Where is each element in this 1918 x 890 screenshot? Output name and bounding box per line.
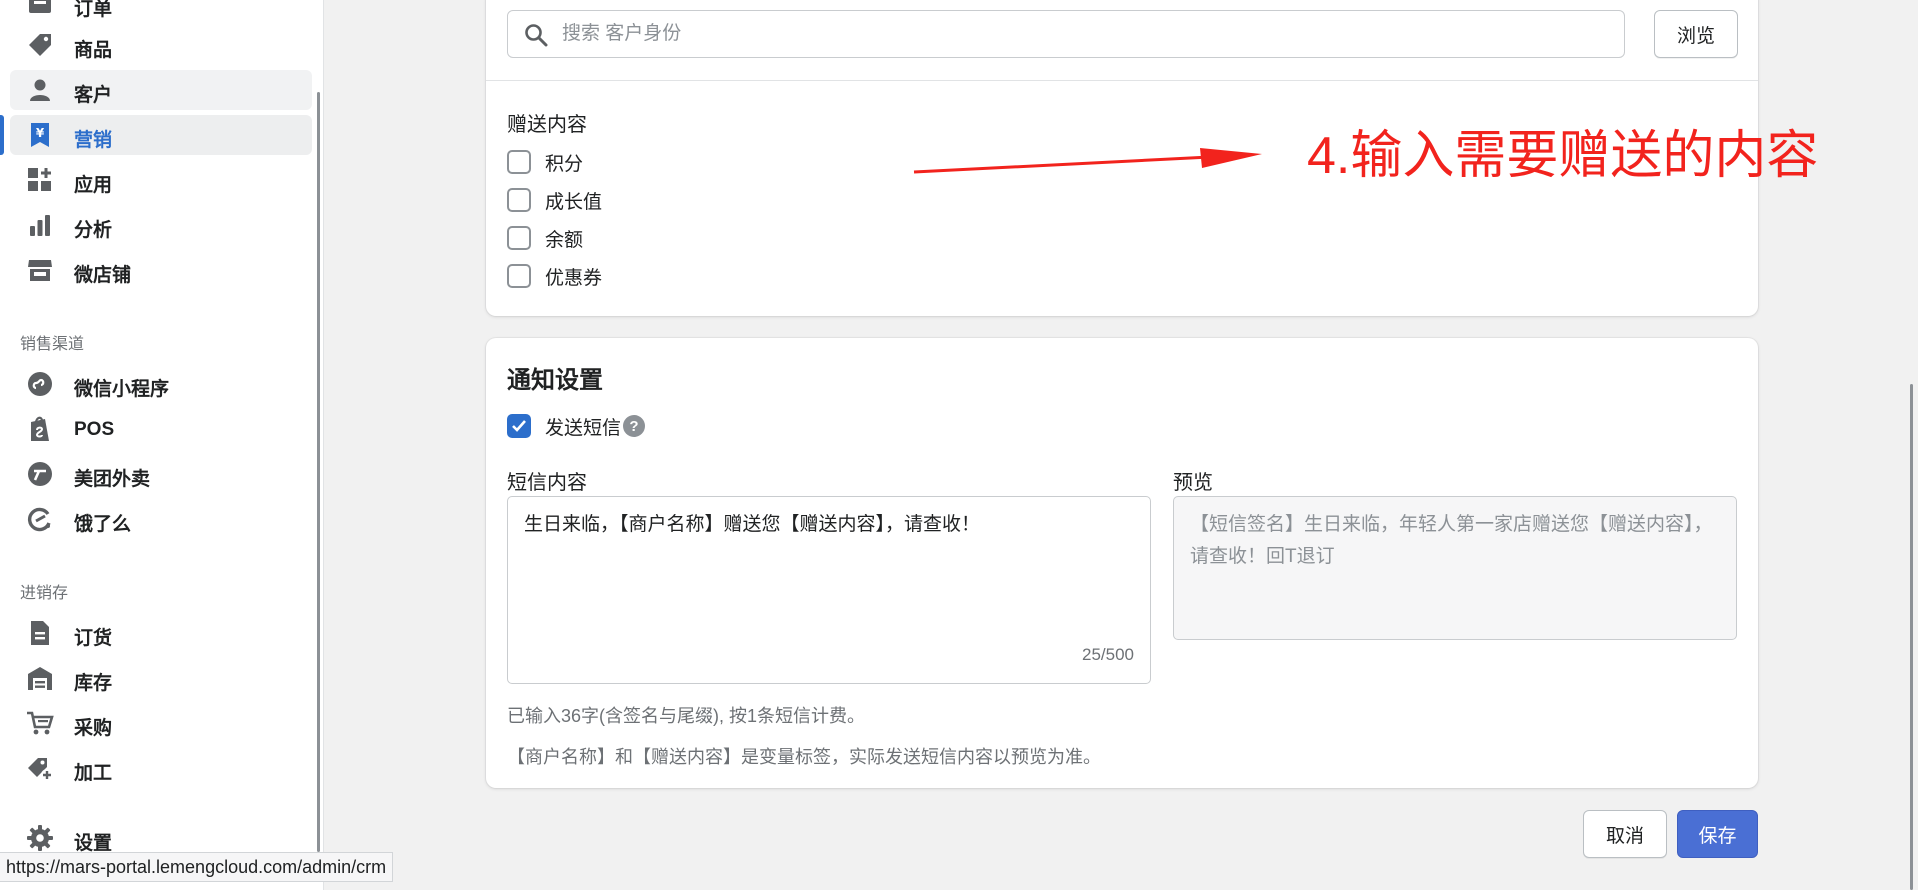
sms-billing-hint: 已输入36字(含签名与尾缀), 按1条短信计费。 xyxy=(507,706,866,726)
gift-option-coupon[interactable]: 优惠券 xyxy=(507,262,602,290)
apps-icon xyxy=(26,168,54,192)
sidebar-item-label: 设置 xyxy=(74,833,113,854)
notification-card: 通知设置 发送短信 ? 短信内容 预览 生日来临，【商户名称】赠送您【赠送内容】… xyxy=(486,338,1758,788)
customer-search-input[interactable] xyxy=(562,19,1602,49)
sidebar-item-analytics[interactable]: 分析 xyxy=(10,205,312,245)
person-icon xyxy=(26,78,54,102)
sidebar-item-pos[interactable]: POS xyxy=(10,409,312,449)
sms-preview-text: 【短信签名】生日来临，年轻人第一家店赠送您【赠送内容】，请查收！回T退订 xyxy=(1190,514,1713,567)
gift-option-balance[interactable]: 余额 xyxy=(507,224,583,252)
sms-content-text: 生日来临，【商户名称】赠送您【赠送内容】，请查收！ xyxy=(524,514,981,535)
sidebar-item-label: 商品 xyxy=(74,40,113,61)
sidebar-item-label: 采购 xyxy=(74,718,113,739)
checkbox[interactable] xyxy=(507,264,531,288)
sms-content-label: 短信内容 xyxy=(507,472,587,494)
checkbox-checked[interactable] xyxy=(507,414,531,438)
gift-option-growth[interactable]: 成长值 xyxy=(507,186,602,214)
checkbox[interactable] xyxy=(507,226,531,250)
sidebar-item-label: 分析 xyxy=(74,220,113,241)
sidebar-item-customers[interactable]: 客户 xyxy=(10,70,312,110)
sidebar-item-label: 美团外卖 xyxy=(74,469,151,490)
store-icon xyxy=(26,258,54,282)
sidebar-item-label: 营销 xyxy=(74,130,113,151)
active-indicator xyxy=(0,115,4,155)
sidebar-item-eleme[interactable]: 饿了么 xyxy=(10,499,312,539)
sms-char-counter: 25/500 xyxy=(1082,645,1134,664)
svg-text:¥: ¥ xyxy=(36,126,45,140)
document-icon xyxy=(26,621,54,645)
checkbox-label: 积分 xyxy=(545,153,584,175)
sidebar-item-products[interactable]: 商品 xyxy=(10,25,312,65)
card-divider xyxy=(486,80,1758,81)
checkbox[interactable] xyxy=(507,150,531,174)
search-icon xyxy=(524,23,548,52)
send-sms-option[interactable]: 发送短信 ? xyxy=(507,412,646,440)
check-icon xyxy=(512,420,526,432)
marketing-icon: ¥ xyxy=(26,123,54,147)
sidebar-item-apps[interactable]: 应用 xyxy=(10,160,312,200)
sidebar: 订单 商品 客户 ¥ 营销 应用 分析 微店铺 销售渠道 微信小程序 POS 美… xyxy=(0,0,324,890)
sidebar-item-label: 饿了么 xyxy=(74,514,132,535)
sidebar-item-label: 库存 xyxy=(74,673,113,694)
notification-title: 通知设置 xyxy=(507,367,603,394)
preview-label: 预览 xyxy=(1173,472,1213,494)
sidebar-item-label: 微店铺 xyxy=(74,265,132,286)
checkbox-label: 成长值 xyxy=(545,191,603,213)
sidebar-item-label: POS xyxy=(74,419,115,440)
section-title-inventory: 进销存 xyxy=(20,585,69,602)
sms-preview-box: 【短信签名】生日来临，年轻人第一家店赠送您【赠送内容】，请查收！回T退订 xyxy=(1173,496,1737,640)
meituan-icon xyxy=(26,462,54,486)
checkbox-label: 优惠券 xyxy=(545,267,603,289)
save-button[interactable]: 保存 xyxy=(1677,810,1758,858)
sidebar-item-processing[interactable]: 加工 xyxy=(10,748,312,788)
sms-content-textarea[interactable]: 生日来临，【商户名称】赠送您【赠送内容】，请查收！ 25/500 xyxy=(507,496,1151,684)
sidebar-item-label: 应用 xyxy=(74,175,113,196)
sidebar-item-mini-program[interactable]: 微信小程序 xyxy=(10,364,312,404)
gift-content-title: 赠送内容 xyxy=(507,114,587,136)
sidebar-item-marketing[interactable]: ¥ 营销 xyxy=(10,115,312,155)
sidebar-item-label: 订单 xyxy=(74,0,113,20)
browse-button[interactable]: 浏览 xyxy=(1654,10,1738,58)
sidebar-item-label: 客户 xyxy=(74,85,113,106)
status-url: https://mars-portal.lemengcloud.com/admi… xyxy=(0,852,394,882)
tag-plus-icon xyxy=(26,756,54,781)
eleme-icon xyxy=(26,507,54,532)
warehouse-icon xyxy=(26,666,54,690)
cancel-button[interactable]: 取消 xyxy=(1583,810,1667,858)
sidebar-item-label: 订货 xyxy=(74,628,113,649)
sidebar-item-label: 微信小程序 xyxy=(74,379,170,400)
sidebar-item-store[interactable]: 微店铺 xyxy=(10,250,312,290)
sidebar-item-orders[interactable]: 订单 xyxy=(10,0,312,24)
annotation-arrow-icon xyxy=(913,148,1262,174)
sidebar-item-meituan[interactable]: 美团外卖 xyxy=(10,454,312,494)
send-sms-label: 发送短信 xyxy=(545,417,622,439)
mini-program-icon xyxy=(26,372,54,396)
annotation-text: 4.输入需要赠送的内容 xyxy=(1307,127,1819,185)
help-icon[interactable]: ? xyxy=(623,415,646,437)
sidebar-scrollbar[interactable] xyxy=(317,92,320,852)
page-scrollbar[interactable] xyxy=(1910,384,1913,890)
checkbox[interactable] xyxy=(507,188,531,212)
orders-icon xyxy=(26,0,54,16)
pos-bag-icon xyxy=(26,416,54,441)
tag-icon xyxy=(26,33,54,57)
gift-option-points[interactable]: 积分 xyxy=(507,148,583,176)
sidebar-item-ordering[interactable]: 订货 xyxy=(10,613,312,653)
sidebar-item-label: 加工 xyxy=(74,763,113,784)
bar-chart-icon xyxy=(26,213,54,237)
sidebar-item-purchase[interactable]: 采购 xyxy=(10,703,312,743)
gear-icon xyxy=(26,825,54,851)
checkbox-label: 余额 xyxy=(545,229,584,251)
section-title-sales: 销售渠道 xyxy=(20,336,85,353)
variable-tag-hint: 【商户名称】和【赠送内容】是变量标签，实际发送短信内容以预览为准。 xyxy=(507,747,1101,767)
cart-icon xyxy=(26,711,54,735)
sidebar-item-stock[interactable]: 库存 xyxy=(10,658,312,698)
customer-search[interactable] xyxy=(507,10,1625,58)
